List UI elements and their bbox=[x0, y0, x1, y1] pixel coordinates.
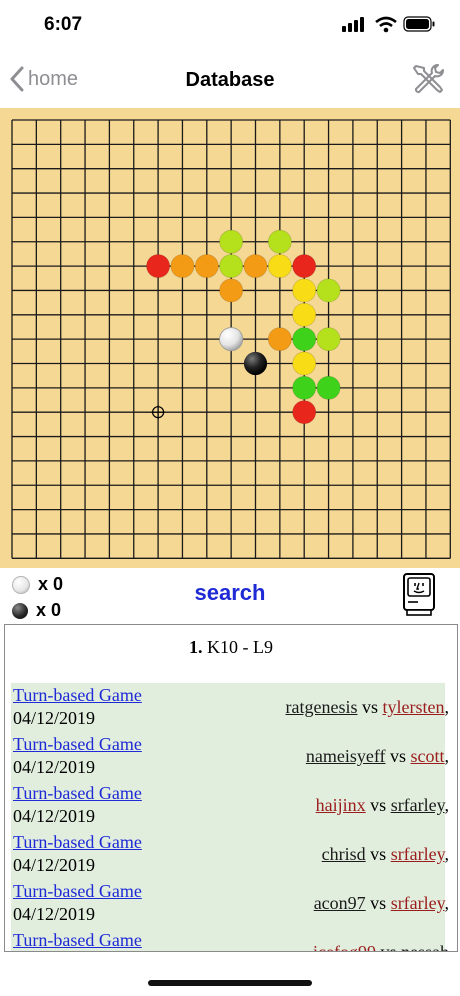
heat-stone-orange bbox=[170, 254, 195, 279]
players-suffix: , bbox=[444, 795, 450, 815]
heat-stone-green bbox=[292, 327, 317, 352]
search-button[interactable]: search bbox=[0, 580, 460, 606]
heat-stone-red bbox=[146, 254, 171, 279]
heat-stone-orange bbox=[219, 278, 244, 303]
back-label: home bbox=[28, 67, 79, 90]
tools-icon bbox=[413, 64, 444, 94]
black-stone bbox=[243, 351, 268, 376]
battery-icon bbox=[403, 16, 435, 32]
game-board[interactable] bbox=[0, 108, 460, 568]
heat-stone-yellow bbox=[292, 278, 317, 303]
vs-label: vs bbox=[362, 697, 379, 717]
vs-label: vs bbox=[370, 795, 387, 815]
heat-stone-yellowgreen bbox=[219, 229, 244, 254]
game-players: icefog99 vs nessah bbox=[313, 942, 449, 952]
heat-stone-green bbox=[316, 375, 341, 400]
heat-stone-yellowgreen bbox=[219, 254, 244, 279]
game-players: haijinx vs srfarley, bbox=[316, 795, 449, 816]
player-one-link[interactable]: haijinx bbox=[316, 795, 366, 815]
database-panel: 1. K10 - L9 Turn-based Game 04/12/2019 rat… bbox=[4, 624, 458, 952]
status-time: 6:07 bbox=[44, 14, 83, 35]
player-two-link[interactable]: srfarley bbox=[391, 844, 445, 864]
game-link[interactable]: Turn-based Game bbox=[13, 832, 142, 853]
heat-stone-yellow bbox=[292, 351, 317, 376]
game-date: 04/12/2019 bbox=[13, 708, 96, 728]
heat-stone-orange bbox=[243, 254, 268, 279]
heat-stone-red bbox=[292, 254, 317, 279]
player-one-link[interactable]: ratgenesis bbox=[286, 697, 358, 717]
game-date: 04/12/2019 bbox=[13, 904, 96, 924]
game-players: ratgenesis vs tylersten, bbox=[286, 697, 449, 718]
white-stone bbox=[219, 327, 244, 352]
heat-stone-yellow bbox=[292, 302, 317, 327]
player-two-link[interactable]: srfarley bbox=[391, 893, 445, 913]
game-row: Turn-based Game 04/12/2019 acon97 vs srfar… bbox=[11, 879, 449, 928]
heat-stone-yellowgreen bbox=[267, 229, 292, 254]
game-players: chrisd vs srfarley, bbox=[322, 844, 449, 865]
players-suffix: , bbox=[444, 844, 450, 864]
heat-stone-orange bbox=[267, 327, 292, 352]
move-number: 1. bbox=[189, 637, 203, 657]
game-players: acon97 vs srfarley, bbox=[314, 893, 449, 914]
game-row: Turn-based Game 04/12/2019 ratgenesis vs t… bbox=[11, 683, 449, 732]
vs-label: vs bbox=[380, 942, 397, 952]
players-suffix: , bbox=[444, 746, 450, 766]
game-link[interactable]: Turn-based Game bbox=[13, 685, 142, 706]
move-text: K10 - L9 bbox=[207, 637, 273, 657]
controls-bar: x 0 x 0 search bbox=[0, 568, 460, 624]
player-two-link[interactable]: tylersten bbox=[383, 697, 445, 717]
tools-button[interactable] bbox=[410, 62, 446, 103]
game-date: 04/12/2019 bbox=[13, 855, 96, 875]
game-link[interactable]: Turn-based Game bbox=[13, 881, 142, 902]
game-row: Turn-based Game icefog99 vs nessah bbox=[11, 928, 449, 951]
computer-icon bbox=[403, 573, 435, 616]
nav-bar: home Database bbox=[0, 50, 460, 108]
computer-button[interactable] bbox=[402, 572, 436, 621]
player-one-link[interactable]: icefog99 bbox=[313, 942, 376, 951]
players-suffix: , bbox=[444, 697, 450, 717]
wifi-icon bbox=[375, 16, 397, 33]
game-link[interactable]: Turn-based Game bbox=[13, 734, 142, 755]
game-date: 04/12/2019 bbox=[13, 757, 96, 777]
heat-stone-orange bbox=[194, 254, 219, 279]
game-row: Turn-based Game 04/12/2019 haijinx vs srfa… bbox=[11, 781, 449, 830]
chevron-left-icon bbox=[10, 66, 24, 92]
vs-label: vs bbox=[370, 893, 387, 913]
vs-label: vs bbox=[370, 844, 387, 864]
game-link[interactable]: Turn-based Game bbox=[13, 783, 142, 804]
player-one-link[interactable]: nameisyeff bbox=[306, 746, 386, 766]
vs-label: vs bbox=[389, 746, 406, 766]
status-bar: 6:07 bbox=[0, 0, 460, 50]
heat-stone-yellowgreen bbox=[316, 327, 341, 352]
player-two-link[interactable]: scott bbox=[411, 746, 445, 766]
player-one-link[interactable]: acon97 bbox=[314, 893, 366, 913]
back-button[interactable]: home bbox=[10, 66, 78, 92]
game-players: nameisyeff vs scott, bbox=[306, 746, 449, 767]
game-date: 04/12/2019 bbox=[13, 806, 96, 826]
game-row: Turn-based Game 04/12/2019 nameisyeff vs s… bbox=[11, 732, 449, 781]
heat-stone-yellow bbox=[267, 254, 292, 279]
player-two-link[interactable]: srfarley bbox=[391, 795, 445, 815]
move-header: 1. K10 - L9 bbox=[5, 637, 457, 658]
players-suffix: , bbox=[444, 893, 450, 913]
heat-stone-red bbox=[292, 400, 317, 425]
player-one-link[interactable]: chrisd bbox=[322, 844, 366, 864]
board-grid[interactable] bbox=[0, 108, 460, 568]
heat-stone-green bbox=[292, 375, 317, 400]
games-list: Turn-based Game 04/12/2019 ratgenesis vs t… bbox=[11, 683, 449, 951]
game-row: Turn-based Game 04/12/2019 chrisd vs srfar… bbox=[11, 830, 449, 879]
heat-stone-yellowgreen bbox=[316, 278, 341, 303]
game-link[interactable]: Turn-based Game bbox=[13, 930, 142, 951]
home-indicator[interactable] bbox=[148, 980, 312, 986]
signal-icon bbox=[342, 17, 364, 32]
status-icons bbox=[342, 14, 438, 39]
player-two-link[interactable]: nessah bbox=[401, 942, 449, 951]
